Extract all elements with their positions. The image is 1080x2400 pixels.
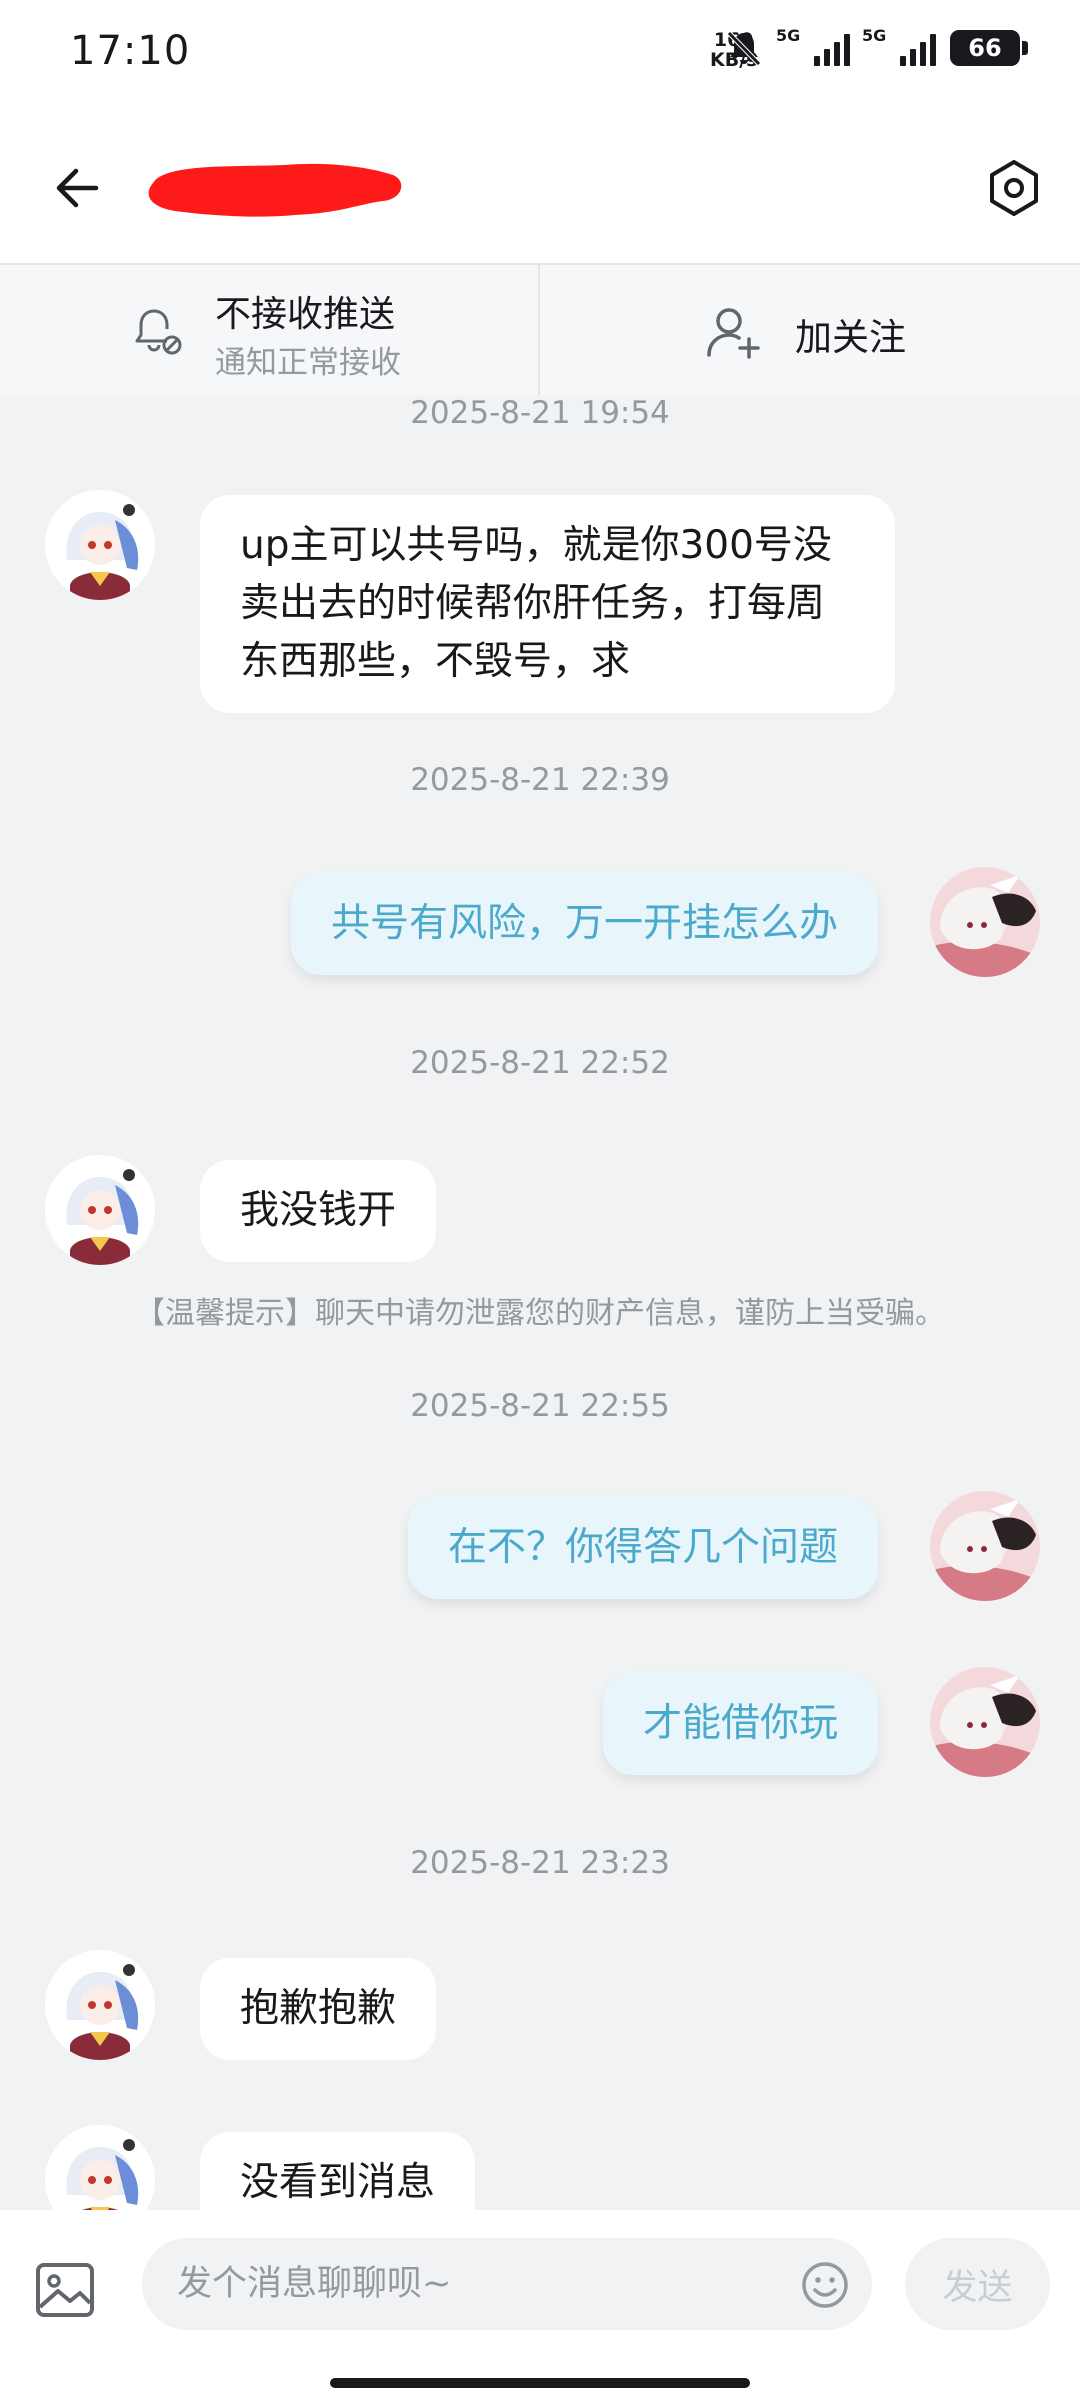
back-button[interactable]	[44, 155, 110, 221]
redacted-username	[148, 163, 402, 217]
status-icons: 5G 5G 66	[724, 26, 1028, 68]
hexagon-settings-icon	[990, 160, 1038, 216]
anime-avatar-icon	[45, 1950, 155, 2060]
home-indicator[interactable]	[330, 2378, 750, 2388]
timestamp: 2025-8-21 23:23	[410, 1845, 670, 1881]
message-bubble-outgoing[interactable]: 才能借你玩	[602, 1673, 878, 1775]
status-time: 17:10	[70, 28, 191, 74]
anime-avatar-icon	[930, 1491, 1040, 1601]
image-button[interactable]	[30, 2255, 100, 2325]
timestamp: 2025-8-21 22:52	[410, 1045, 670, 1081]
signal-label: 5G	[862, 26, 887, 45]
follow-label: 加关注	[795, 316, 906, 359]
battery-icon: 66	[950, 30, 1028, 66]
anime-avatar-icon	[45, 1155, 155, 1265]
anime-avatar-icon	[930, 867, 1040, 977]
arrow-left-icon	[56, 168, 99, 208]
image-icon	[36, 2263, 94, 2317]
signal-5g-icon: 5G	[862, 26, 936, 66]
anime-avatar-icon	[45, 490, 155, 600]
avatar-self[interactable]	[930, 1667, 1040, 1777]
avatar-other[interactable]	[45, 1155, 155, 1265]
avatar-other[interactable]	[45, 2125, 155, 2210]
nav-bar	[0, 110, 1080, 265]
message-bubble-incoming[interactable]: up主可以共号吗，就是你300号没卖出去的时候帮你肝任务，打每周东西那些，不毁号…	[200, 495, 895, 713]
emoji-button[interactable]	[800, 2260, 850, 2310]
push-subtitle: 通知正常接收	[215, 345, 401, 381]
timestamp: 2025-8-21 22:55	[410, 1388, 670, 1424]
avatar-other[interactable]	[45, 490, 155, 600]
chat-area[interactable]: 2025-8-21 19:54 up主可以共号吗，就是你300号没卖出去的时候帮…	[0, 395, 1080, 2210]
follow-button[interactable]: 加关注	[540, 265, 1080, 395]
message-bubble-outgoing[interactable]: 共号有风险，万一开挂怎么办	[290, 873, 878, 975]
bell-muted-icon	[727, 31, 761, 66]
composer-bar: 发送	[0, 2210, 1080, 2400]
anime-avatar-icon	[930, 1667, 1040, 1777]
avatar-self[interactable]	[930, 867, 1040, 977]
message-bubble-incoming[interactable]: 抱歉抱歉	[200, 1958, 437, 2060]
push-title: 不接收推送	[215, 294, 396, 335]
push-setting-button[interactable]: 不接收推送 通知正常接收	[0, 265, 540, 395]
status-bar: 17:10 169 KB/s 5G 5G 66	[0, 0, 1080, 110]
signal-label: 5G	[776, 26, 801, 45]
anime-avatar-icon	[45, 2125, 155, 2210]
settings-button[interactable]	[978, 152, 1050, 224]
action-row: 不接收推送 通知正常接收 加关注	[0, 265, 1080, 395]
message-bubble-incoming[interactable]: 没看到消息	[200, 2132, 476, 2210]
smiley-icon	[802, 2262, 848, 2308]
timestamp: 2025-8-21 22:39	[410, 762, 670, 798]
signal-5g-icon: 5G	[776, 26, 850, 66]
safety-tip: 【温馨提示】聊天中请勿泄露您的财产信息，谨防上当受骗。	[135, 1296, 945, 1331]
timestamp: 2025-8-21 19:54	[410, 395, 670, 431]
message-bubble-incoming[interactable]: 我没钱开	[200, 1160, 437, 1262]
message-bubble-outgoing[interactable]: 在不？你得答几个问题	[407, 1497, 878, 1599]
avatar-other[interactable]	[45, 1950, 155, 2060]
bell-off-icon	[135, 309, 182, 355]
add-user-icon	[707, 308, 760, 359]
send-button[interactable]: 发送	[905, 2238, 1050, 2330]
message-input[interactable]	[142, 2238, 872, 2330]
avatar-self[interactable]	[930, 1491, 1040, 1601]
battery-level: 66	[968, 34, 1002, 62]
